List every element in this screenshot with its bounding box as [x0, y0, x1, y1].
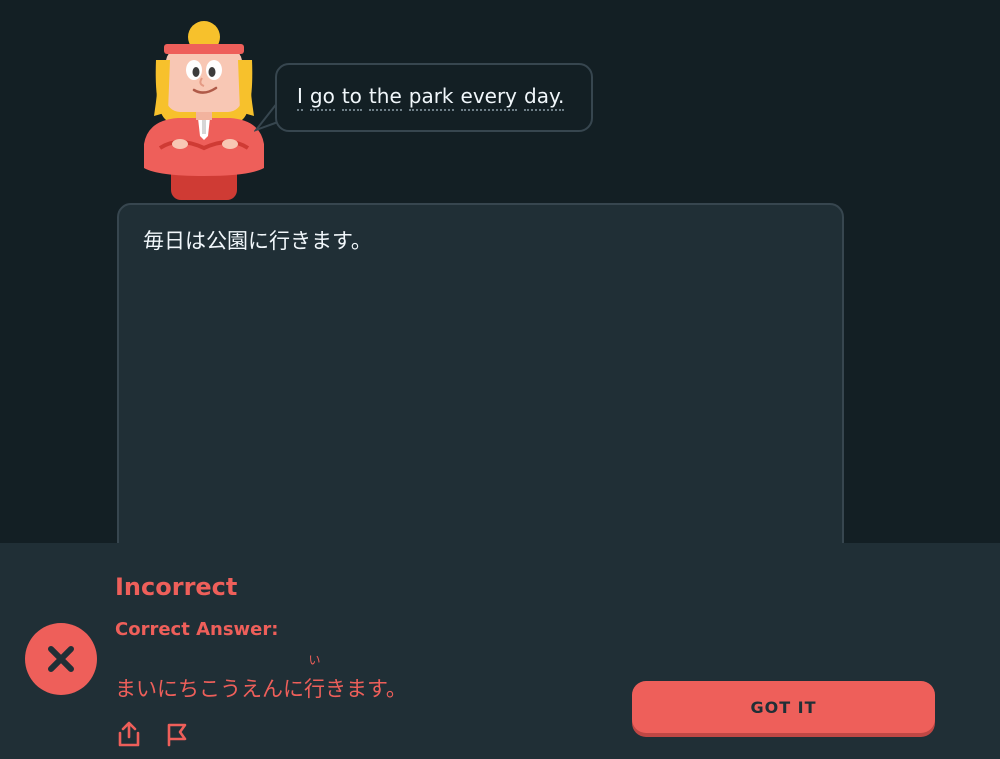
feedback-footer: Incorrect Correct Answer: まいにちこうえんに い 行 …	[0, 543, 1000, 759]
correct-answer-part: まいにちこうえんに	[115, 677, 304, 701]
feedback-title: Incorrect	[115, 573, 238, 601]
furigana-word: い 行	[304, 653, 325, 703]
character-illustration	[144, 21, 264, 200]
correct-answer-part: きます。	[325, 677, 407, 701]
prompt-word[interactable]: day.	[524, 85, 565, 111]
share-button[interactable]	[116, 720, 142, 748]
prompt-word[interactable]: to	[341, 85, 362, 111]
lesson-screen: I go to the park every day. 毎日は公園に行きます。 …	[0, 0, 1000, 759]
prompt-sentence: I go to the park every day.	[297, 85, 565, 111]
report-button[interactable]	[163, 720, 189, 748]
share-icon	[118, 721, 140, 747]
prompt-word[interactable]: the	[368, 85, 402, 111]
furigana-reading: い	[308, 653, 321, 667]
prompt-word[interactable]: every	[460, 85, 518, 111]
correct-answer-text: まいにちこうえんに い 行 きます。	[115, 653, 407, 703]
prompt-word[interactable]: park	[408, 85, 454, 111]
speech-bubble: I go to the park every day.	[275, 63, 593, 132]
answer-text: 毎日は公園に行きます。	[143, 229, 372, 253]
prompt-word[interactable]: go	[309, 85, 335, 111]
correct-answer-label: Correct Answer:	[115, 619, 279, 640]
prompt-word[interactable]: I	[297, 85, 303, 111]
got-it-button[interactable]: GOT IT	[632, 681, 935, 733]
flag-icon	[167, 723, 187, 747]
incorrect-badge	[25, 623, 97, 695]
x-icon	[48, 646, 74, 672]
answer-textarea[interactable]: 毎日は公園に行きます。	[117, 203, 844, 583]
furigana-base: 行	[304, 677, 325, 701]
